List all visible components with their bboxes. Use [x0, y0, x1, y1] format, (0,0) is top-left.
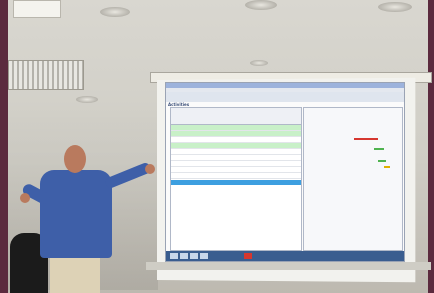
- projected-application-window: Activities: [165, 82, 405, 262]
- projected-table-row: [171, 173, 301, 179]
- taskbar-icon: [170, 253, 178, 259]
- gantt-bar: [384, 166, 390, 168]
- downlight: [378, 2, 412, 12]
- presenter-shirt: [40, 170, 112, 258]
- air-conditioner-vent: [8, 60, 84, 90]
- presenter-trousers: [50, 252, 100, 293]
- taskbar-icon: [200, 253, 208, 259]
- downlight: [245, 0, 277, 10]
- projected-activity-table: [170, 107, 302, 251]
- gantt-bar: [354, 138, 378, 140]
- projected-gantt-chart: [303, 107, 403, 251]
- presenter-head: [64, 145, 86, 173]
- photo-scene: Activities: [0, 0, 434, 293]
- downlight: [100, 7, 130, 17]
- taskbar-icon: [190, 253, 198, 259]
- presenter-right-hand: [145, 164, 155, 174]
- gantt-bar: [374, 148, 384, 150]
- projected-selected-row: [171, 180, 301, 185]
- door-frame-left: [0, 0, 8, 293]
- gantt-bar: [378, 160, 386, 162]
- downlight: [250, 60, 268, 66]
- projector-screen-bottom: [146, 262, 431, 270]
- projected-toolbar: [166, 92, 404, 102]
- presenter-left-hand: [20, 193, 30, 203]
- projected-table-header: [171, 108, 301, 125]
- ceiling-light-panel: [13, 0, 61, 18]
- taskbar-icon: [244, 253, 252, 259]
- taskbar-icon: [180, 253, 188, 259]
- door-frame-right: [428, 0, 434, 293]
